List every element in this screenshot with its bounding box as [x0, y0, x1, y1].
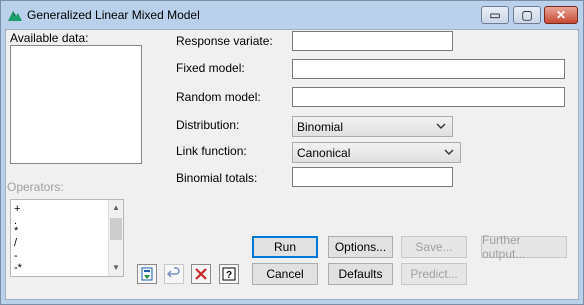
operators-list[interactable]: + . * / - -* ▲ ▼	[10, 199, 124, 277]
close-icon: ✕	[555, 8, 567, 22]
random-model-label: Random model:	[176, 90, 261, 104]
distribution-value: Binomial	[297, 120, 344, 134]
clear-button[interactable]	[191, 264, 211, 284]
defaults-button[interactable]: Defaults	[328, 263, 393, 285]
red-x-icon	[195, 268, 207, 280]
link-function-value: Canonical	[297, 146, 351, 160]
help-question-icon: ?	[222, 267, 236, 281]
undo-button[interactable]	[164, 264, 184, 284]
operator-item[interactable]: -	[14, 250, 18, 262]
help-button[interactable]: ?	[219, 264, 239, 284]
random-model-field[interactable]	[292, 87, 565, 107]
operator-item[interactable]: *	[14, 225, 18, 237]
further-output-button[interactable]: Further output...	[481, 233, 567, 261]
scroll-down-icon[interactable]: ▼	[109, 260, 123, 276]
operator-item[interactable]: -*	[14, 262, 22, 274]
title-bar[interactable]: Generalized Linear Mixed Model ▭ ▢ ✕	[1, 1, 583, 29]
transfer-button[interactable]	[137, 264, 157, 284]
cancel-button-label: Cancel	[266, 267, 304, 281]
save-button[interactable]: Save...	[401, 236, 467, 258]
options-button[interactable]: Options...	[328, 236, 393, 258]
cancel-button[interactable]: Cancel	[252, 263, 318, 285]
defaults-button-label: Defaults	[338, 267, 383, 281]
dialog-window: Generalized Linear Mixed Model ▭ ▢ ✕ Ava…	[0, 0, 584, 305]
close-button[interactable]: ✕	[544, 6, 578, 24]
available-data-label: Available data:	[10, 31, 89, 45]
maximize-icon: ▢	[521, 8, 533, 22]
genstat-logo-icon	[8, 11, 22, 21]
fixed-model-label: Fixed model:	[176, 61, 245, 75]
distribution-select[interactable]: Binomial	[292, 116, 453, 137]
maximize-button[interactable]: ▢	[513, 6, 541, 24]
predict-button[interactable]: Predict...	[401, 263, 467, 285]
save-button-label: Save...	[415, 240, 453, 254]
response-variate-field[interactable]	[292, 31, 453, 51]
operators-scrollbar[interactable]: ▲ ▼	[108, 200, 123, 276]
minimize-icon: ▭	[489, 8, 501, 22]
run-button-label: Run	[273, 240, 296, 254]
binomial-totals-field[interactable]	[292, 167, 453, 187]
dialog-client-area: Available data: Operators: + . * / - -* …	[5, 29, 579, 300]
options-button-label: Options...	[334, 240, 387, 254]
distribution-label: Distribution:	[176, 118, 240, 132]
chevron-down-icon	[444, 149, 454, 155]
scroll-up-icon[interactable]: ▲	[109, 200, 123, 216]
binomial-totals-label: Binomial totals:	[176, 171, 258, 185]
available-data-list[interactable]	[10, 45, 142, 164]
operator-item[interactable]: +	[14, 203, 20, 215]
fixed-model-field[interactable]	[292, 59, 565, 79]
link-function-select[interactable]: Canonical	[292, 142, 461, 163]
predict-button-label: Predict...	[410, 267, 458, 281]
svg-text:?: ?	[226, 270, 232, 281]
window-title: Generalized Linear Mixed Model	[27, 8, 200, 22]
scroll-thumb[interactable]	[110, 218, 122, 240]
transfer-icon	[141, 267, 153, 281]
operators-label: Operators:	[7, 180, 64, 194]
run-button[interactable]: Run	[252, 236, 318, 258]
chevron-down-icon	[436, 123, 446, 129]
undo-arrow-icon	[167, 267, 180, 278]
response-variate-label: Response variate:	[176, 34, 273, 48]
operator-item[interactable]: /	[14, 237, 17, 249]
link-function-label: Link function:	[176, 144, 247, 158]
further-output-button-label: Further output...	[482, 233, 526, 261]
minimize-button[interactable]: ▭	[481, 6, 509, 24]
